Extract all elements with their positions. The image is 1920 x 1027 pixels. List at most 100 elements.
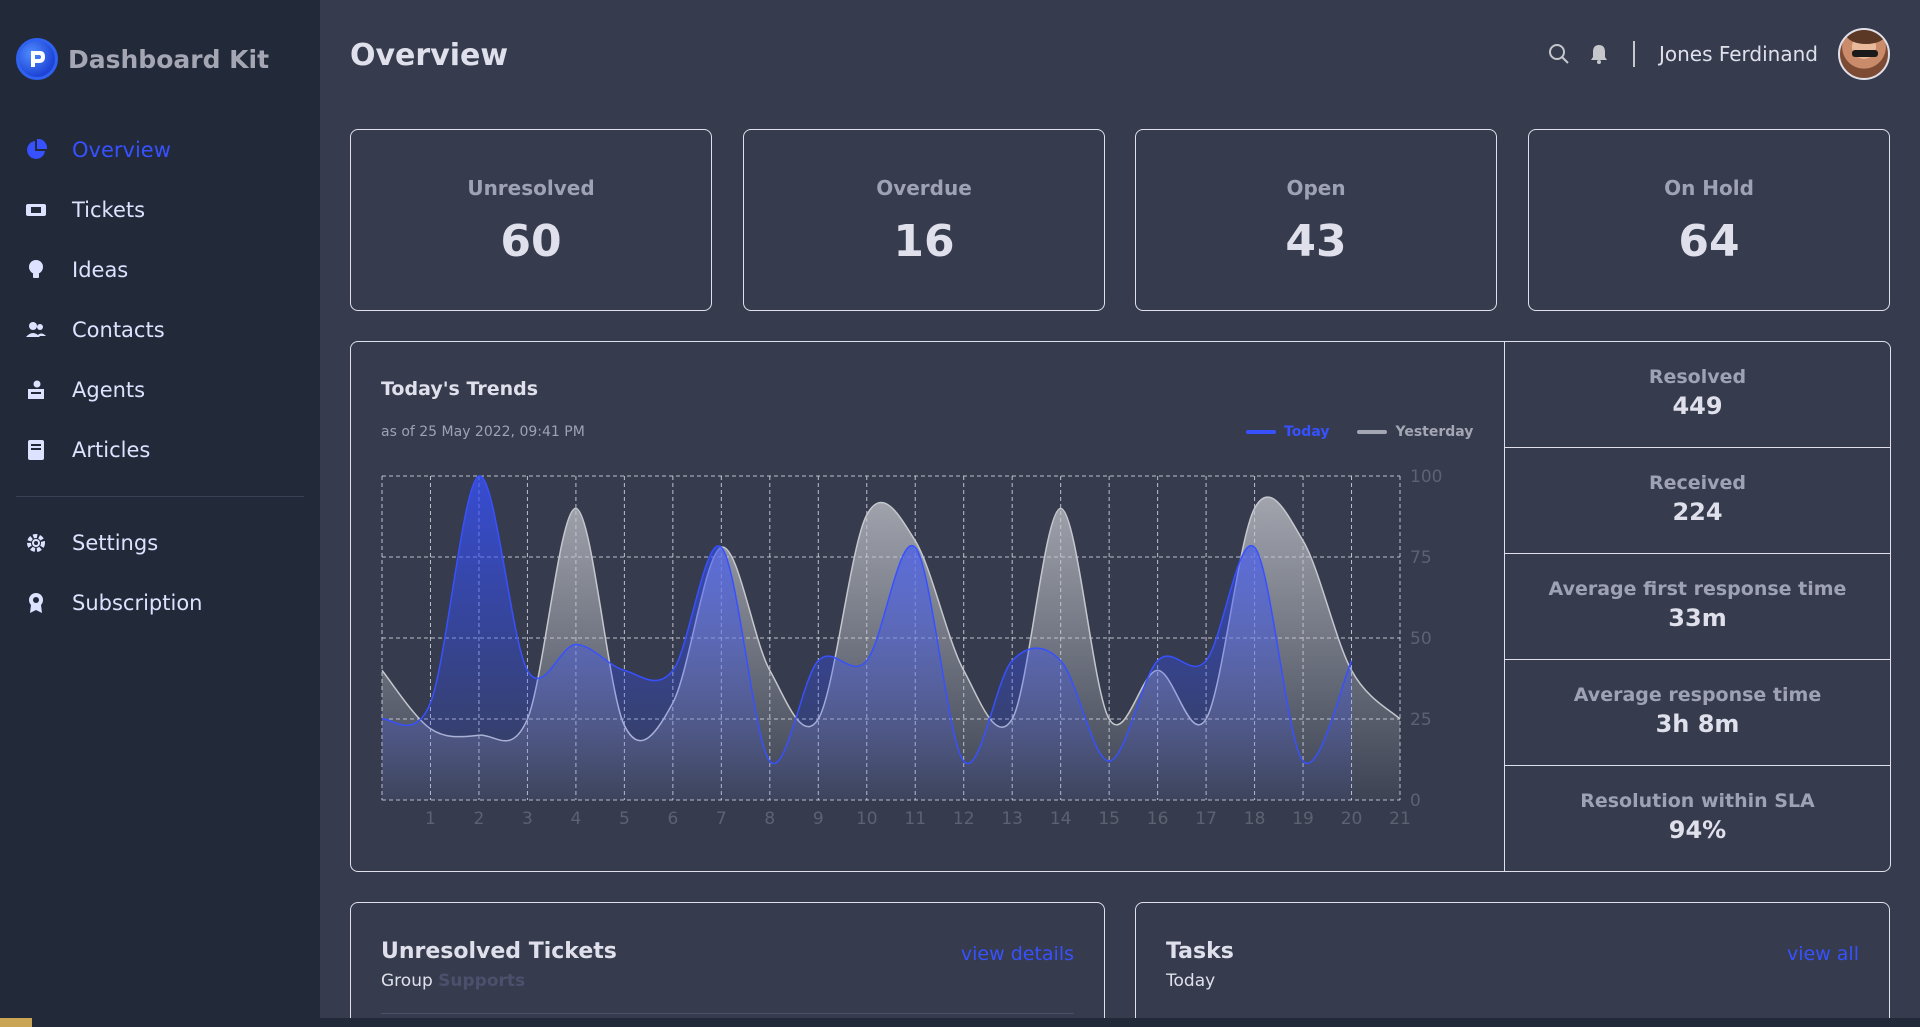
x-tick-label: 4 — [570, 809, 581, 829]
x-tick-label: 16 — [1147, 809, 1169, 829]
summary-received: Received 224 — [1505, 448, 1890, 554]
summary-label: Resolution within SLA — [1580, 790, 1815, 812]
brand[interactable]: Dashboard Kit — [16, 36, 269, 82]
unresolved-tickets-card: Unresolved Tickets Group Supports view d… — [350, 902, 1105, 1027]
x-tick-label: 13 — [1001, 809, 1023, 829]
sidebar-item-label: Subscription — [72, 591, 203, 615]
y-tick-label: 0 — [1410, 791, 1421, 811]
sidebar-item-label: Ideas — [72, 258, 129, 282]
sidebar-item-label: Contacts — [72, 318, 165, 342]
group-label: Group — [381, 971, 433, 991]
group-name: Supports — [438, 971, 526, 991]
x-tick-label: 1 — [425, 809, 436, 829]
award-icon — [24, 591, 48, 615]
stat-card-overdue[interactable]: Overdue 16 — [743, 129, 1105, 311]
sidebar-item-label: Settings — [72, 531, 159, 555]
summary-label: Average first response time — [1548, 578, 1847, 600]
agent-icon — [24, 378, 48, 402]
card-divider — [381, 1013, 1074, 1014]
x-tick-label: 15 — [1098, 809, 1120, 829]
header-actions: Jones Ferdinand — [1531, 28, 1890, 80]
x-tick-label: 7 — [716, 809, 727, 829]
avatar[interactable] — [1838, 28, 1890, 80]
summary-value: 33m — [1668, 604, 1727, 632]
taskbar-strip — [0, 1018, 1920, 1027]
y-tick-label: 100 — [1410, 467, 1442, 487]
summary-value: 94% — [1668, 816, 1727, 844]
y-tick-label: 75 — [1410, 548, 1432, 568]
stat-label: On Hold — [1664, 176, 1754, 200]
user-name[interactable]: Jones Ferdinand — [1659, 42, 1818, 66]
card-title: Unresolved Tickets — [381, 939, 617, 964]
x-tick-label: 11 — [904, 809, 926, 829]
x-tick-label: 20 — [1341, 809, 1363, 829]
pie-chart-icon — [24, 138, 48, 162]
book-icon — [24, 438, 48, 462]
x-tick-label: 2 — [474, 809, 485, 829]
stat-label: Unresolved — [467, 176, 595, 200]
sidebar-item-label: Agents — [72, 378, 146, 402]
card-subtitle: Today — [1166, 971, 1216, 991]
tasks-card: Tasks Today view all — [1135, 902, 1890, 1027]
sidebar-item-contacts[interactable]: Contacts — [0, 300, 320, 360]
summary-label: Received — [1648, 472, 1747, 494]
sidebar: Dashboard Kit Overview Tickets Ideas Con… — [0, 0, 320, 1027]
stat-card-unresolved[interactable]: Unresolved 60 — [350, 129, 712, 311]
view-details-link[interactable]: view details — [961, 943, 1074, 965]
sidebar-item-tickets[interactable]: Tickets — [0, 180, 320, 240]
lightbulb-icon — [24, 258, 48, 282]
x-tick-label: 18 — [1244, 809, 1266, 829]
stat-value: 43 — [1285, 216, 1347, 267]
trends-panel: Today's Trends as of 25 May 2022, 09:41 … — [350, 341, 1891, 872]
x-tick-label: 8 — [764, 809, 775, 829]
y-tick-label: 25 — [1410, 710, 1432, 730]
stat-label: Open — [1286, 176, 1346, 200]
summary-label: Average response time — [1573, 684, 1822, 706]
trend-chart: 02550751001 2 3 4 5 6 7 8 9 10 11 12 13 14 15 16 17 18 19 2… — [381, 467, 1442, 829]
stat-value: 16 — [893, 216, 955, 267]
sidebar-item-overview[interactable]: Overview — [0, 120, 320, 180]
sidebar-item-settings[interactable]: Settings — [0, 513, 320, 573]
sidebar-item-ideas[interactable]: Ideas — [0, 240, 320, 300]
card-subtitle: Group Supports — [381, 971, 525, 991]
x-tick-label: 19 — [1292, 809, 1314, 829]
sidebar-item-label: Tickets — [72, 198, 146, 222]
summary-avg-first-response: Average first response time 33m — [1505, 554, 1890, 660]
header-separator — [1632, 41, 1635, 67]
sidebar-item-agents[interactable]: Agents — [0, 360, 320, 420]
stat-card-on-hold[interactable]: On Hold 64 — [1528, 129, 1890, 311]
card-title: Tasks — [1166, 939, 1234, 964]
trend-summary: Resolved 449 Received 224 Average first … — [1504, 342, 1890, 871]
x-tick-label: 6 — [667, 809, 678, 829]
view-all-link[interactable]: view all — [1787, 943, 1859, 965]
ticket-icon — [24, 198, 48, 222]
logo-icon — [16, 38, 58, 80]
summary-value: 449 — [1672, 392, 1723, 420]
sidebar-divider — [16, 496, 304, 497]
x-tick-label: 9 — [813, 809, 824, 829]
y-tick-label: 50 — [1410, 629, 1432, 649]
x-tick-label: 17 — [1195, 809, 1217, 829]
summary-value: 224 — [1672, 498, 1723, 526]
sidebar-item-label: Overview — [72, 138, 171, 162]
stat-card-open[interactable]: Open 43 — [1135, 129, 1497, 311]
x-tick-label: 10 — [856, 809, 878, 829]
summary-label: Resolved — [1648, 366, 1747, 388]
users-icon — [24, 318, 48, 342]
gear-icon — [24, 531, 48, 555]
sidebar-item-label: Articles — [72, 438, 151, 462]
summary-avg-response: Average response time 3h 8m — [1505, 660, 1890, 766]
sidebar-nav: Overview Tickets Ideas Contacts Agents A… — [0, 120, 320, 633]
bell-icon[interactable] — [1587, 42, 1611, 66]
sidebar-item-subscription[interactable]: Subscription — [0, 573, 320, 633]
search-icon[interactable] — [1547, 42, 1571, 66]
summary-value: 3h 8m — [1655, 710, 1740, 738]
stat-value: 64 — [1678, 216, 1740, 267]
sidebar-item-articles[interactable]: Articles — [0, 420, 320, 480]
brand-name: Dashboard Kit — [68, 44, 270, 74]
x-tick-label: 3 — [522, 809, 533, 829]
x-tick-label: 14 — [1050, 809, 1072, 829]
summary-resolved: Resolved 449 — [1505, 342, 1890, 448]
page-title: Overview — [350, 38, 509, 73]
stat-label: Overdue — [876, 176, 972, 200]
